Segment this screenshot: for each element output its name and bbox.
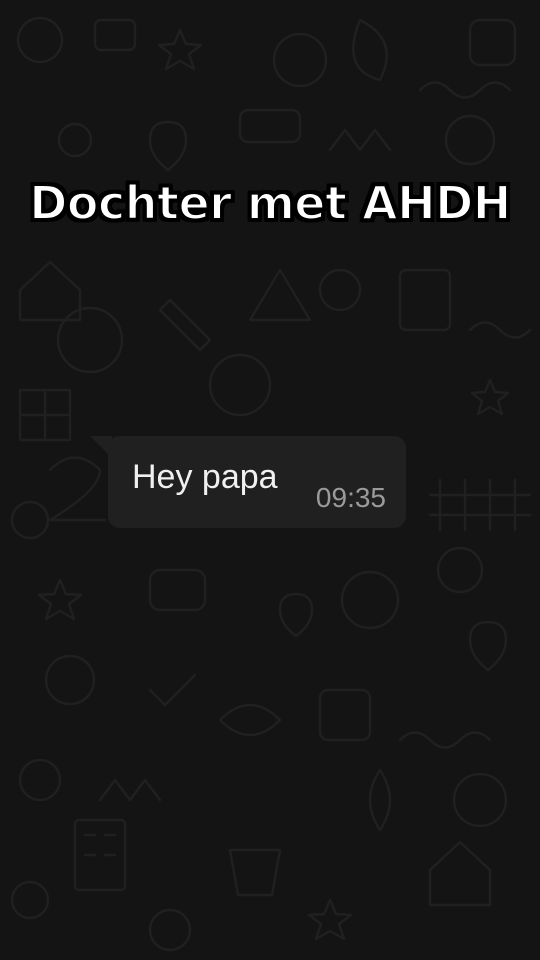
doodle-star-1 [157,28,203,71]
doodle-window-grid-1 [83,833,117,857]
doodle-circle-9 [44,654,96,706]
doodle-rect-3 [238,108,302,144]
doodle-wave-1 [418,81,512,99]
doodle-leaf-1 [352,18,388,82]
doodle-circle-3 [57,122,93,158]
doodle-rect-4 [398,268,452,332]
doodle-tent-1 [248,268,312,322]
doodle-grid-1 [18,388,72,442]
doodle-check-1 [148,673,197,707]
doodle-house-2 [428,840,492,907]
message-timestamp: 09:35 [315,482,386,513]
doodle-ball-1 [56,306,124,374]
doodle-star-4 [307,898,353,941]
doodle-wave-2 [468,321,532,339]
doodle-circle-7 [436,546,484,594]
doodle-cup-1 [228,848,282,897]
doodle-heart-2 [278,592,314,638]
video-title: Dochter met AHDH [28,175,512,231]
doodle-number-2 [48,456,107,522]
doodle-heart-3 [468,620,508,672]
chat-screen: Dochter met AHDH Hey papa 09:35 [0,0,540,960]
doodle-pencil-1 [158,298,212,352]
doodle-face-1 [208,353,272,417]
doodle-fence-1 [428,478,532,532]
doodle-rect-5 [148,568,207,612]
doodle-rocket-1 [368,768,392,832]
doodle-star-2 [470,378,510,416]
doodle-rect-1 [93,18,137,52]
doodle-circle-1 [16,16,64,64]
doodle-circle-2 [272,32,328,88]
message-text: Hey papa [132,458,278,496]
doodle-circle-8 [340,570,400,630]
doodle-star-3 [37,578,83,621]
doodle-wave-3 [398,731,492,749]
doodle-circle-13 [148,908,192,952]
doodle-circle-5 [318,268,362,312]
doodle-zigzag-2 [98,778,162,802]
incoming-message-bubble[interactable]: Hey papa 09:35 [108,436,406,528]
doodle-building-1 [73,818,127,892]
doodle-rect-2 [468,18,517,67]
doodle-circle-4 [444,114,496,166]
doodle-zigzag-1 [328,128,392,152]
doodle-circle-10 [18,758,62,802]
doodle-circle-6 [10,500,50,540]
doodle-house-1 [18,260,82,322]
doodle-heart-1 [148,120,188,172]
doodle-rect-6 [318,688,372,742]
doodle-football-1 [218,703,282,737]
doodle-circle-12 [10,880,50,920]
doodle-circle-11 [452,772,508,828]
